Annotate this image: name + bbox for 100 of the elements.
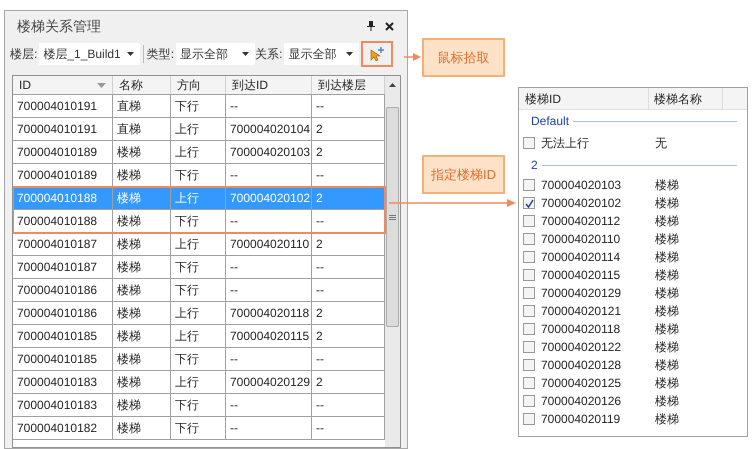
table-cell: -- xyxy=(226,95,312,117)
checkbox[interactable] xyxy=(523,215,535,227)
dropdown-caret-icon[interactable] xyxy=(242,52,250,56)
table-cell: 700004010183 xyxy=(13,394,113,416)
list-item[interactable]: 700004020125 楼梯 xyxy=(519,374,747,392)
table-cell: 楼梯 xyxy=(113,210,171,232)
stair-name: 楼梯 xyxy=(655,285,679,302)
scroll-up-icon[interactable] xyxy=(389,83,396,87)
list-item[interactable]: 700004020118 楼梯 xyxy=(519,320,747,338)
type-label: 类型: xyxy=(146,46,174,63)
list-item[interactable]: 700004020126 楼梯 xyxy=(519,392,747,410)
checkbox[interactable] xyxy=(523,413,535,425)
table-cell: -- xyxy=(226,348,312,370)
checkbox[interactable] xyxy=(523,323,535,335)
stair-id: 700004020115 xyxy=(541,267,622,284)
table-row[interactable]: 700004010189 楼梯 上行 700004020103 2 xyxy=(13,141,386,164)
list-item[interactable]: 700004020112 楼梯 xyxy=(519,212,747,230)
type-dropdown[interactable]: 显示全部 xyxy=(176,43,256,65)
column-header[interactable]: 名称 xyxy=(113,76,171,94)
list-item[interactable]: 700004020110 楼梯 xyxy=(519,230,747,248)
checkbox[interactable] xyxy=(523,377,535,389)
close-icon[interactable] xyxy=(385,22,394,30)
table-row[interactable]: 700004010185 楼梯 上行 700004020115 2 xyxy=(13,325,386,348)
table-row[interactable]: 700004010183 楼梯 上行 700004020129 2 xyxy=(13,371,386,394)
checkbox[interactable] xyxy=(523,179,535,191)
table-cell: -- xyxy=(226,164,312,186)
table-cell: 700004020118 xyxy=(226,302,312,324)
scrollbar[interactable] xyxy=(385,76,400,447)
stair-id: 700004020118 xyxy=(541,321,622,338)
stair-name: 楼梯 xyxy=(655,411,679,428)
checkbox[interactable] xyxy=(523,359,535,371)
stair-id: 700004020128 xyxy=(541,357,622,374)
group-header: Default xyxy=(531,113,570,130)
table-cell: 700004010186 xyxy=(13,302,113,324)
list-item[interactable]: 700004020128 楼梯 xyxy=(519,356,747,374)
list-item[interactable]: 700004020129 楼梯 xyxy=(519,284,747,302)
scroll-thumb[interactable] xyxy=(386,107,400,327)
dropdown-caret-icon[interactable] xyxy=(346,52,354,56)
column-header[interactable]: 楼梯名称 xyxy=(649,88,723,109)
checkbox[interactable] xyxy=(523,341,535,353)
dropdown-caret-icon[interactable] xyxy=(126,52,134,56)
table-cell: 700004010189 xyxy=(13,141,113,163)
stair-name: 楼梯 xyxy=(655,303,679,320)
floor-dropdown[interactable]: 楼层_1_Build1 xyxy=(39,43,140,65)
column-header[interactable]: ID xyxy=(13,76,113,94)
stair-id: 700004020125 xyxy=(541,375,622,392)
stair-id: 700004020112 xyxy=(541,213,622,230)
list-item[interactable]: 700004020122 楼梯 xyxy=(519,338,747,356)
list-item[interactable]: 700004020115 楼梯 xyxy=(519,266,747,284)
table-row[interactable]: 700004010186 楼梯 下行 -- -- xyxy=(13,279,386,302)
checkbox[interactable] xyxy=(523,305,535,317)
checkbox[interactable] xyxy=(523,233,535,245)
column-header[interactable]: 楼梯ID xyxy=(519,88,649,109)
table-cell: 楼梯 xyxy=(113,394,171,416)
table-cell: 楼梯 xyxy=(113,141,171,163)
relation-dropdown[interactable]: 显示全部 xyxy=(284,43,360,65)
table-row[interactable]: 700004010191 直梯 下行 -- -- xyxy=(13,95,386,118)
table-cell: 下行 xyxy=(171,394,226,416)
table-row[interactable]: 700004010183 楼梯 下行 -- -- xyxy=(13,394,386,417)
table-row[interactable]: 700004010187 楼梯 上行 700004020110 2 xyxy=(13,233,386,256)
table-cell: 上行 xyxy=(171,118,226,140)
column-header[interactable]: 到达ID xyxy=(226,76,312,94)
table-cell: 楼梯 xyxy=(113,164,171,186)
table-cell: 直梯 xyxy=(113,118,171,140)
table-row[interactable]: 700004010185 楼梯 下行 -- -- xyxy=(13,348,386,371)
table-cell: 上行 xyxy=(171,233,226,255)
cursor-plus-icon xyxy=(370,47,384,61)
list-item[interactable]: 700004020114 楼梯 xyxy=(519,248,747,266)
table-cell: 700004010191 xyxy=(13,118,113,140)
list-item[interactable]: 700004020102 楼梯 xyxy=(519,194,747,212)
checkbox[interactable] xyxy=(523,137,535,149)
stair-name: 楼梯 xyxy=(655,339,679,356)
list-item[interactable]: 700004020121 楼梯 xyxy=(519,302,747,320)
list-item[interactable]: 700004020103 楼梯 xyxy=(519,176,747,194)
pin-icon[interactable] xyxy=(367,21,375,31)
stair-id: 700004020102 xyxy=(541,195,622,212)
table-row[interactable]: 700004010191 直梯 上行 700004020104 2 xyxy=(13,118,386,141)
table-cell: 下行 xyxy=(171,256,226,278)
checkbox[interactable] xyxy=(523,269,535,281)
checkbox[interactable] xyxy=(523,395,535,407)
table-cell: 700004010191 xyxy=(13,95,113,117)
table-row[interactable]: 700004010182 楼梯 下行 -- -- xyxy=(13,417,386,440)
stair-id: 700004020119 xyxy=(541,411,622,428)
relation-label: 关系: xyxy=(255,46,282,63)
table-cell: 楼梯 xyxy=(113,348,171,370)
column-header[interactable]: 方向 xyxy=(171,76,226,94)
list-item[interactable]: 无法上行 无 xyxy=(519,132,747,154)
list-item[interactable]: 700004020119 楼梯 xyxy=(519,410,747,428)
table-cell: 下行 xyxy=(171,348,226,370)
checkbox[interactable] xyxy=(523,251,535,263)
table-cell: 700004010186 xyxy=(13,279,113,301)
checkbox[interactable] xyxy=(523,197,535,209)
group-header: 2 xyxy=(531,157,538,174)
table-cell: -- xyxy=(226,279,312,301)
table-row[interactable]: 700004010186 楼梯 上行 700004020118 2 xyxy=(13,302,386,325)
table-row[interactable]: 700004010187 楼梯 下行 -- -- xyxy=(13,256,386,279)
table-cell: 700004010185 xyxy=(13,325,113,347)
checkbox[interactable] xyxy=(523,287,535,299)
table-cell: 楼梯 xyxy=(113,371,171,393)
pick-button[interactable] xyxy=(361,41,394,67)
